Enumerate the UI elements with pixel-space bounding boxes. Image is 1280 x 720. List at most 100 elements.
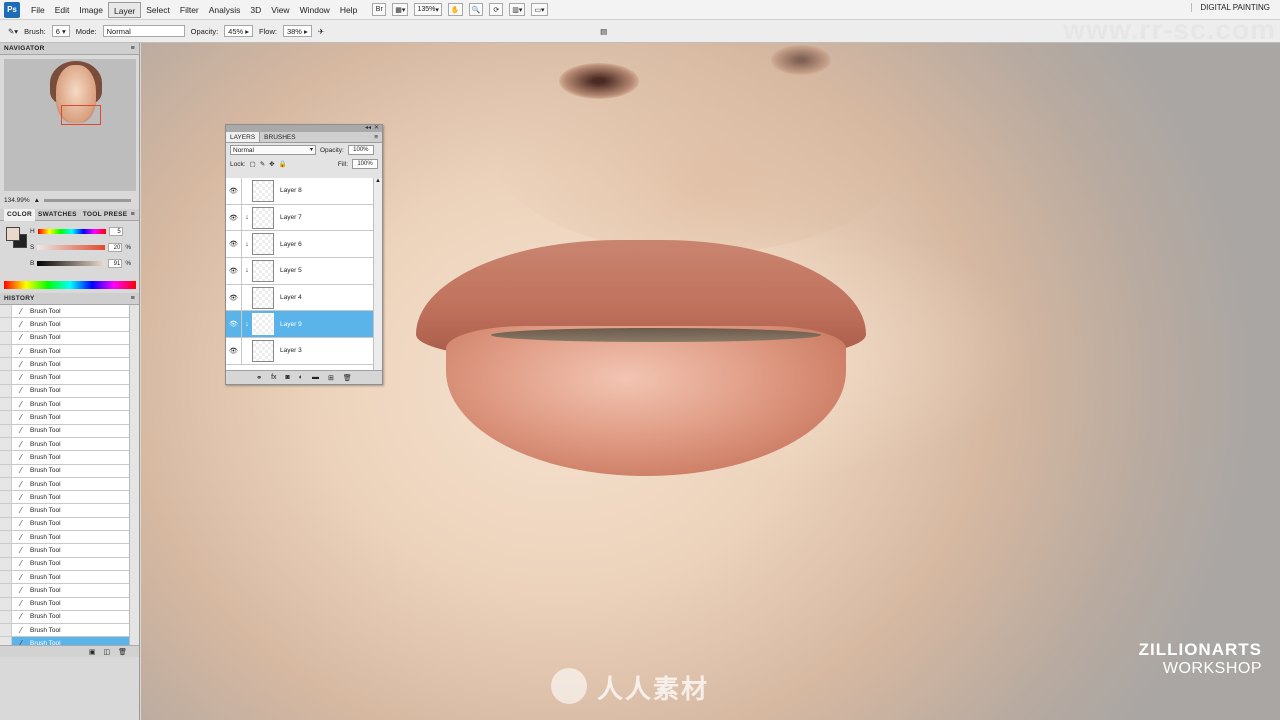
visibility-eye-icon[interactable]: 👁 [226,284,242,311]
visibility-eye-icon[interactable]: 👁 [226,231,242,258]
layers-scrollbar[interactable]: ▲ [373,178,382,371]
history-source-checkbox[interactable] [0,384,12,398]
history-item[interactable]: ⁄ Brush Tool [0,358,139,372]
history-source-checkbox[interactable] [0,451,12,464]
saturation-slider[interactable] [37,245,106,250]
visibility-eye-icon[interactable]: 👁 [226,178,242,204]
history-item[interactable]: ⁄ Brush Tool [0,610,139,625]
hue-slider[interactable] [37,229,106,234]
color-spectrum-ramp[interactable] [4,281,136,289]
lock-all-icon[interactable]: 🔒 [279,160,287,168]
delete-state-icon[interactable]: 🗑 [118,648,127,656]
history-source-checkbox[interactable] [0,398,12,411]
menu-edit[interactable]: Edit [50,2,75,18]
snapshot-icon[interactable]: ◫ [103,648,110,656]
history-item[interactable]: ⁄ Brush Tool [0,371,139,385]
menu-select[interactable]: Select [141,2,175,18]
layer-row[interactable]: 👁 Layer 8 [226,178,382,205]
history-item[interactable]: ⁄ Brush Tool [0,531,139,545]
foreground-color-swatch[interactable] [6,227,20,241]
lock-transparency-icon[interactable]: ▢ [250,160,256,168]
history-item[interactable]: ⁄ Brush Tool [0,464,139,478]
layer-name[interactable]: Layer 3 [280,347,302,354]
zoom-out-icon[interactable]: ▲ [34,197,40,204]
history-source-checkbox[interactable] [0,491,12,504]
layer-name[interactable]: Layer 9 [280,321,302,328]
menu-help[interactable]: Help [335,2,362,18]
history-item[interactable]: ⁄ Brush Tool [0,597,139,611]
visibility-eye-icon[interactable]: 👁 [226,311,242,338]
layer-style-icon[interactable]: fx [271,374,276,381]
history-source-checkbox[interactable] [0,477,12,491]
layer-thumbnail[interactable] [252,233,274,256]
history-item[interactable]: ⁄ Brush Tool [0,451,139,465]
panel-menu-icon[interactable]: ≡ [374,132,378,143]
history-item[interactable]: ⁄ Brush Tool [0,504,139,518]
visibility-eye-icon[interactable]: 👁 [226,204,242,231]
history-item[interactable]: ⁄ Brush Tool [0,570,139,585]
lock-pixels-icon[interactable]: ✎ [260,160,265,168]
collapse-panel-icon[interactable]: ◂◂ [365,125,371,132]
lock-position-icon[interactable]: ✥ [269,160,274,168]
layer-thumbnail[interactable] [252,286,274,309]
history-item[interactable]: ⁄ Brush Tool [0,517,139,532]
mode-select[interactable]: Normal [102,25,185,37]
history-source-checkbox[interactable] [0,637,12,645]
history-item[interactable]: ⁄ Brush Tool [0,331,139,345]
visibility-eye-icon[interactable]: 👁 [226,338,242,364]
layer-thumbnail[interactable] [252,339,274,362]
saturation-value[interactable]: 20 [108,243,123,252]
brightness-value[interactable]: 91 [108,259,123,268]
menu-view[interactable]: View [266,2,294,18]
history-item[interactable]: ⁄ Brush Tool [0,557,139,571]
history-source-checkbox[interactable] [0,624,12,637]
airbrush-icon[interactable]: ✈ [318,27,324,36]
blend-mode-select[interactable]: Normal [230,145,316,155]
history-item[interactable]: ⁄ Brush Tool [0,624,139,638]
menu-window[interactable]: Window [295,2,335,18]
layer-row[interactable]: 👁 Layer 4 [226,284,382,312]
menu-analysis[interactable]: Analysis [204,2,246,18]
history-source-checkbox[interactable] [0,344,12,358]
history-panel-header[interactable]: HISTORY ≡ [0,293,139,305]
brush-size-picker[interactable]: 6 ▾ [51,25,70,37]
panel-toggle-icon[interactable]: ▤ [600,27,607,36]
layers-panel-titlebar[interactable]: ◂◂ ✕ [226,125,382,132]
history-source-checkbox[interactable] [0,464,12,477]
tab-swatches[interactable]: SWATCHES [35,209,80,221]
menu-filter[interactable]: Filter [175,2,204,18]
history-source-checkbox[interactable] [0,531,12,544]
history-source-checkbox[interactable] [0,610,12,624]
history-source-checkbox[interactable] [0,437,12,451]
view-extras-icon[interactable]: ▦▾ [392,3,409,16]
history-item[interactable]: ⁄ Brush Tool [0,584,139,598]
history-item[interactable]: ⁄ Brush Tool [0,477,139,492]
menu-image[interactable]: Image [74,2,108,18]
history-item[interactable]: ⁄ Brush Tool [0,305,139,319]
layer-thumbnail[interactable] [252,179,274,202]
close-panel-icon[interactable]: ✕ [374,125,379,132]
history-item[interactable]: ⁄ Brush Tool [0,437,139,452]
history-source-checkbox[interactable] [0,517,12,531]
navigator-view-box[interactable] [61,105,101,125]
navigator-zoom-slider[interactable] [44,198,131,202]
history-item[interactable]: ⁄ Brush Tool [0,637,139,645]
history-source-checkbox[interactable] [0,318,12,331]
zoom-level-select[interactable]: 135% ▾ [414,3,442,16]
history-source-checkbox[interactable] [0,371,12,384]
layer-row[interactable]: 👁 Layer 3 [226,338,382,365]
adjustment-layer-icon[interactable]: ◐ [299,374,303,381]
tab-layers[interactable]: LAYERS [226,132,261,142]
history-item[interactable]: ⁄ Brush Tool [0,544,139,558]
tab-brushes[interactable]: BRUSHES [260,132,299,142]
rotate-view-icon[interactable]: ⟳ [489,3,504,16]
panel-menu-icon[interactable]: ≡ [131,295,135,302]
link-layers-icon[interactable]: ⚭ [256,374,262,382]
layer-row[interactable]: 👁 ↓ Layer 6 [226,231,382,259]
layer-name[interactable]: Layer 8 [280,187,302,194]
layer-thumbnail[interactable] [252,206,274,229]
layer-row[interactable]: 👁 ↓ Layer 7 [226,204,382,232]
layer-name[interactable]: Layer 4 [280,294,302,301]
layer-opacity-value[interactable]: 100% [347,145,374,155]
history-source-checkbox[interactable] [0,411,12,424]
